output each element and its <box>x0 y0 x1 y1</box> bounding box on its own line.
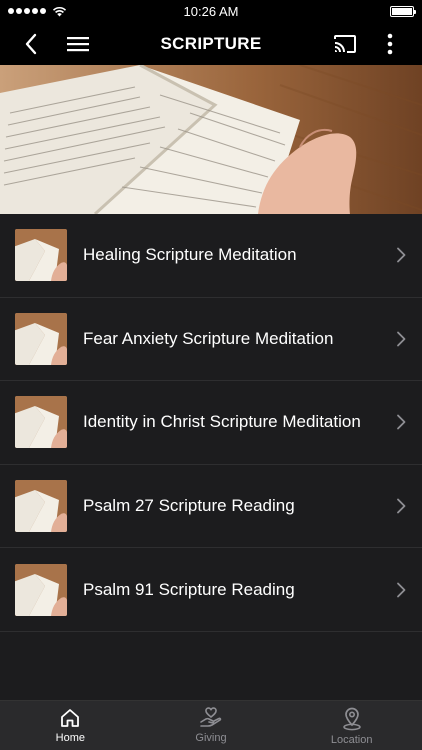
chevron-right-icon <box>397 582 406 598</box>
cast-button[interactable] <box>328 22 362 65</box>
list-item-label: Fear Anxiety Scripture Meditation <box>83 328 334 348</box>
open-bible-thumbnail-icon <box>15 563 67 616</box>
list-item-label: Psalm 27 Scripture Reading <box>83 496 295 516</box>
status-left <box>8 6 67 17</box>
back-button[interactable] <box>14 22 48 65</box>
open-bible-thumbnail-icon <box>15 229 67 282</box>
tab-bar: Home Giving Location <box>0 700 422 750</box>
tab-home-label: Home <box>55 732 85 744</box>
bible-thumbnail <box>15 563 67 616</box>
list-item-label: Psalm 91 Scripture Reading <box>83 579 295 599</box>
giving-icon <box>200 707 222 727</box>
cast-icon <box>334 34 356 53</box>
list-item-label: Identity in Christ Scripture Meditation <box>83 412 361 432</box>
bible-thumbnail <box>15 312 67 365</box>
bible-thumbnail <box>15 396 67 449</box>
menu-button[interactable] <box>62 22 94 65</box>
chevron-right-icon <box>397 331 406 347</box>
list-item[interactable]: Psalm 27 Scripture Reading <box>0 464 422 549</box>
list-item[interactable]: Identity in Christ Scripture Meditation <box>0 381 422 465</box>
chevron-left-icon <box>25 33 37 54</box>
hamburger-menu-icon <box>67 36 89 51</box>
more-vertical-icon <box>387 33 393 54</box>
tab-giving-label: Giving <box>195 732 227 744</box>
list-item[interactable]: Healing Scripture Meditation <box>0 214 422 298</box>
wifi-icon <box>52 6 67 16</box>
hero-image <box>0 65 422 214</box>
chevron-right-icon <box>397 498 406 514</box>
nav-bar: SCRIPTURE <box>0 22 422 65</box>
chevron-right-icon <box>397 247 406 263</box>
open-bible-illustration <box>0 65 422 214</box>
bible-thumbnail <box>15 229 67 282</box>
list-item[interactable]: Psalm 91 Scripture Reading <box>0 548 422 632</box>
list-item-label: Healing Scripture Meditation <box>83 245 297 265</box>
tab-location[interactable]: Location <box>281 701 422 750</box>
signal-strength-icon <box>8 8 46 14</box>
home-icon <box>61 709 80 727</box>
tab-home[interactable]: Home <box>0 701 141 750</box>
scripture-list: Healing Scripture Meditation Fear Anxiet… <box>0 214 422 632</box>
chevron-right-icon <box>397 415 406 430</box>
tab-giving[interactable]: Giving <box>141 701 282 750</box>
battery-icon <box>390 5 416 17</box>
app-screen: 10:26 AM SCRIPTURE Healing Scripture Med… <box>0 0 422 750</box>
open-bible-thumbnail-icon <box>15 480 67 533</box>
open-bible-thumbnail-icon <box>15 396 67 449</box>
location-pin-icon <box>342 707 361 731</box>
list-item[interactable]: Fear Anxiety Scripture Meditation <box>0 297 422 382</box>
tab-location-label: Location <box>330 734 373 746</box>
bible-thumbnail <box>15 480 67 533</box>
status-bar: 10:26 AM <box>0 0 422 22</box>
open-bible-thumbnail-icon <box>15 312 67 365</box>
more-options-button[interactable] <box>378 22 402 65</box>
